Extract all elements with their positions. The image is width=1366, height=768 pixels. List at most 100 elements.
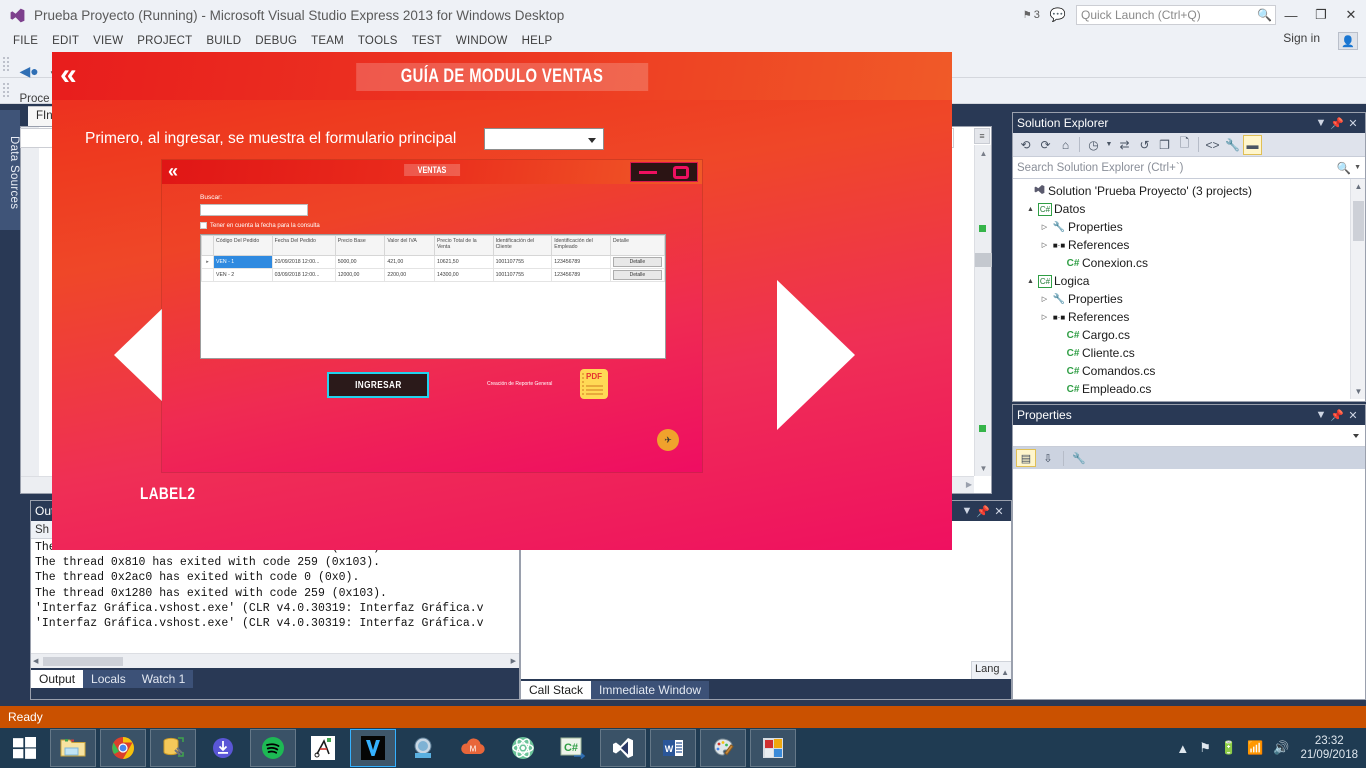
cell-precio-total[interactable]: 14300,00 — [433, 268, 494, 282]
toolbar-grip[interactable] — [2, 56, 10, 72]
tab-call-stack[interactable]: Call Stack — [521, 681, 592, 699]
taskbar-clock[interactable]: 23:32 21/09/2018 — [1300, 734, 1358, 762]
pin-icon[interactable]: 📌 — [1329, 117, 1345, 130]
google-chrome-taskbar-icon[interactable] — [100, 729, 146, 767]
table-row[interactable]: ▸ VEN - 1 20/09/2018 12:00... 5000,00 42… — [201, 255, 666, 269]
signal-icon[interactable]: 📶 — [1247, 740, 1263, 756]
detalle-button[interactable]: Detalle — [612, 257, 662, 267]
close-icon[interactable]: ✕ — [1345, 409, 1361, 422]
solution-explorer-scrollbar[interactable]: ▲ ▼ — [1350, 179, 1365, 399]
tree-twisty[interactable]: ▷ — [1039, 295, 1050, 303]
chevron-down-icon[interactable]: ▼ — [1313, 117, 1329, 129]
close-icon[interactable]: ✕ — [991, 505, 1007, 518]
microsoft-word-taskbar-icon[interactable]: W — [650, 729, 696, 767]
menu-item-build[interactable]: BUILD — [199, 33, 248, 49]
column-header-detalle[interactable]: Detalle — [609, 235, 666, 256]
autocad-taskbar-icon[interactable] — [300, 729, 346, 767]
scroll-up-arrow[interactable]: ▲ — [1001, 668, 1009, 677]
scroll-down-arrow[interactable]: ▼ — [1351, 384, 1365, 399]
cell-precio-base[interactable]: 5000,00 — [334, 255, 386, 269]
menu-item-team[interactable]: TEAM — [304, 33, 351, 49]
cell-precio-total[interactable]: 10621,50 — [433, 255, 494, 269]
colored-squares-app-taskbar-icon[interactable] — [750, 729, 796, 767]
app-blue-circle-taskbar-icon[interactable] — [400, 729, 446, 767]
menu-item-project[interactable]: PROJECT — [130, 33, 199, 49]
cell-codigo[interactable]: VEN - 2 — [213, 268, 273, 282]
help-circle-button[interactable]: ✈ — [657, 429, 679, 451]
paint-taskbar-icon[interactable] — [700, 729, 746, 767]
cell-codigo[interactable]: VEN - 1 — [213, 255, 273, 269]
properties-object-combo[interactable] — [1013, 425, 1365, 447]
column-header-codigo[interactable]: Código Del Pedido — [213, 235, 273, 256]
guide-step-select[interactable] — [484, 128, 604, 150]
cell-fecha[interactable]: 20/09/2018 12:00... — [271, 255, 336, 269]
back-icon[interactable]: ⟲ — [1016, 135, 1035, 155]
menu-item-edit[interactable]: EDIT — [45, 33, 86, 49]
chevron-down-icon[interactable]: ▼ — [1354, 164, 1361, 171]
account-icon[interactable]: 👤 — [1338, 32, 1358, 50]
next-step-arrow[interactable] — [777, 280, 855, 430]
chevron-down-icon[interactable]: ▼ — [959, 505, 975, 517]
scroll-left-arrow[interactable]: ◀ — [33, 657, 38, 665]
show-hidden-icons-arrow[interactable]: ▲ — [1176, 741, 1189, 756]
maximize-icon[interactable] — [673, 165, 689, 179]
pin-icon[interactable]: 📌 — [975, 505, 991, 518]
tree-item-references[interactable]: ▷ ■·■ References — [1013, 236, 1365, 254]
properties-grid[interactable] — [1013, 469, 1365, 697]
property-pages-icon[interactable]: 🔧 — [1069, 449, 1089, 467]
search-icon[interactable]: 🔍 — [1337, 161, 1351, 175]
sign-in-link[interactable]: Sign in — [1283, 31, 1320, 45]
scroll-thumb[interactable] — [43, 656, 123, 666]
chevron-down-icon[interactable]: ▼ — [1313, 409, 1329, 421]
menu-item-debug[interactable]: DEBUG — [248, 33, 304, 49]
download-manager-taskbar-icon[interactable] — [200, 729, 246, 767]
data-sources-dock-tab[interactable]: Data Sources — [0, 110, 20, 230]
home-icon[interactable]: ⌂ — [1056, 135, 1075, 155]
visual-studio-taskbar-icon[interactable] — [600, 729, 646, 767]
properties-icon[interactable]: 🔧 — [1223, 135, 1242, 155]
search-input[interactable] — [200, 204, 308, 216]
feedback-icon[interactable]: 💬 — [1050, 7, 1066, 23]
tree-twisty[interactable]: ▲ — [1025, 206, 1036, 213]
tree-twisty[interactable]: ▲ — [1025, 278, 1036, 285]
column-header-precio-base[interactable]: Precio Base — [334, 235, 386, 256]
double-chevron-left-icon[interactable]: « — [168, 161, 178, 182]
double-chevron-left-icon[interactable]: « — [60, 58, 77, 92]
tab-watch-1[interactable]: Watch 1 — [133, 670, 194, 688]
notifications-indicator[interactable]: ⚑ 3 — [1023, 9, 1040, 21]
column-header-id-empleado[interactable]: Identificación del Empleado — [551, 235, 611, 256]
solution-explorer-search[interactable]: Search Solution Explorer (Ctrl+`) 🔍 ▼ — [1013, 157, 1365, 179]
date-filter-checkbox[interactable]: Tener en cuenta la fecha para la consult… — [200, 222, 320, 229]
tree-item-logica[interactable]: ▲ C# Logica — [1013, 272, 1365, 290]
table-row[interactable]: VEN - 2 03/09/2018 12:00... 12000,00 220… — [201, 268, 666, 282]
column-header-fecha[interactable]: Fecha Del Pedido — [271, 235, 336, 256]
ventas-data-grid[interactable]: Código Del Pedido Fecha Del Pedido Preci… — [200, 234, 666, 359]
show-all-files-icon[interactable]: 🗋 — [1175, 135, 1194, 155]
scroll-down-arrow[interactable]: ▼ — [975, 460, 992, 476]
tree-item-properties[interactable]: ▷ 🔧 Properties — [1013, 218, 1365, 236]
menu-item-help[interactable]: HELP — [515, 33, 560, 49]
tree-item-cargo-cs[interactable]: C# Cargo.cs — [1013, 326, 1365, 344]
tree-item-cliente-cs[interactable]: C# Cliente.cs — [1013, 344, 1365, 362]
start-button[interactable] — [0, 728, 48, 768]
solution-explorer-tree[interactable]: Solution 'Prueba Proyecto' (3 projects) … — [1013, 179, 1365, 399]
pdf-icon[interactable]: PDF — [580, 369, 608, 399]
restore-button[interactable]: ❐ — [1306, 0, 1336, 30]
output-text-area[interactable]: The thread 0x21ec has exited with code 2… — [31, 539, 519, 653]
scroll-up-arrow[interactable]: ▲ — [1351, 179, 1365, 194]
csharp-app-taskbar-icon[interactable]: C# — [550, 729, 596, 767]
cell-id-empleado[interactable]: 123456789 — [551, 255, 611, 269]
editor-vertical-scrollbar[interactable]: ▲ ▼ — [974, 145, 992, 476]
collapse-all-icon[interactable]: ❐ — [1155, 135, 1174, 155]
sql-server-tool-taskbar-icon[interactable] — [150, 729, 196, 767]
tab-output[interactable]: Output — [31, 670, 84, 688]
output-horizontal-scrollbar[interactable]: ◀ ▶ — [31, 653, 519, 668]
tree-item-solution[interactable]: Solution 'Prueba Proyecto' (3 projects) — [1013, 182, 1365, 200]
spotify-taskbar-icon[interactable] — [250, 729, 296, 767]
tree-twisty[interactable]: ▷ — [1039, 241, 1050, 249]
close-button[interactable]: ✕ — [1336, 0, 1366, 30]
cell-id-cliente[interactable]: 1001107755 — [492, 268, 553, 282]
cell-id-empleado[interactable]: 123456789 — [551, 268, 611, 282]
column-header-id-cliente[interactable]: Identificación del Cliente — [492, 235, 553, 256]
menu-item-window[interactable]: WINDOW — [449, 33, 515, 49]
